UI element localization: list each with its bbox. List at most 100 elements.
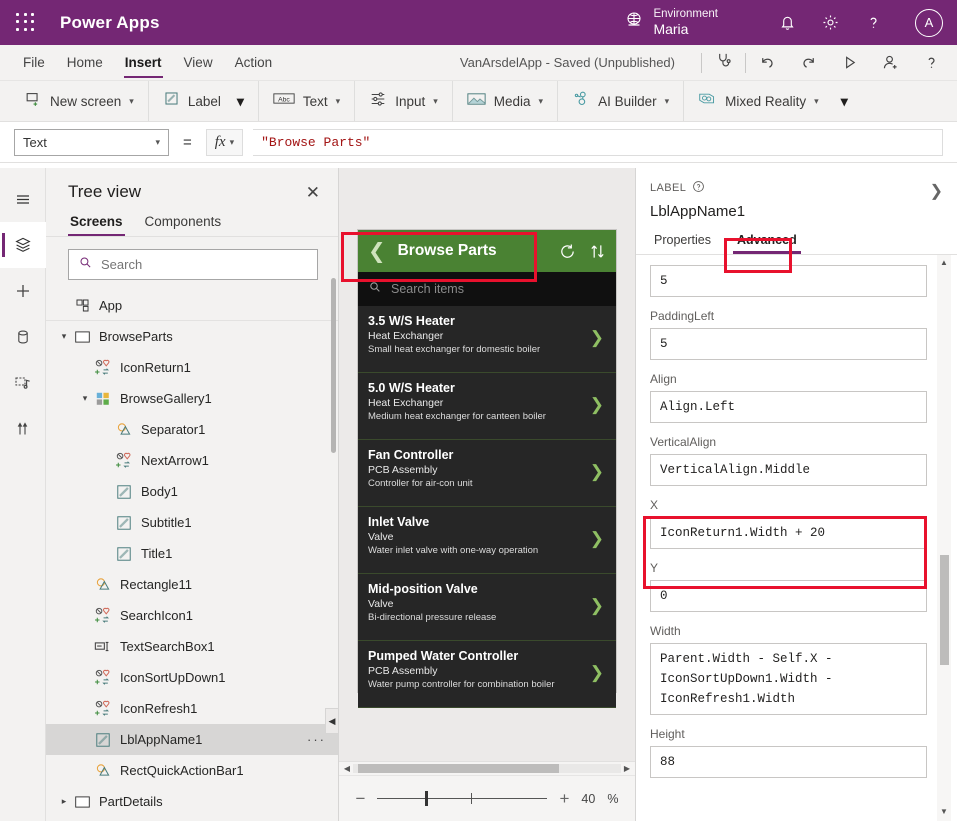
menu-item-file[interactable]: File [12,47,56,78]
property-selector[interactable]: Text ▾ [14,129,169,156]
ribbon-text[interactable]: Abc Text ▾ [259,81,355,121]
app-checker-icon[interactable] [714,51,733,75]
tree-node-nextarrow1[interactable]: NextArrow1 [46,445,338,476]
tree-node-browsegallery1[interactable]: ▾BrowseGallery1 [46,383,338,414]
chevron-right-icon[interactable]: ❯ [590,395,604,415]
scroll-down-icon[interactable]: ▼ [940,804,948,819]
data-cylinder-icon[interactable] [0,314,46,360]
property-value-input[interactable]: IconReturn1.Width + 20 [650,517,927,549]
tree-search-box[interactable] [68,249,318,280]
scroll-right-icon[interactable]: ▶ [621,764,633,773]
undo-icon[interactable] [758,53,777,72]
tree-node-browseparts[interactable]: ▾BrowseParts [46,321,338,352]
tree-node-iconrefresh1[interactable]: IconRefresh1 [46,693,338,724]
play-preview-icon[interactable] [840,53,859,72]
ribbon-ai-builder[interactable]: AI Builder ▾ [558,81,684,121]
close-icon[interactable]: ✕ [306,184,320,201]
ribbon-new-screen[interactable]: New screen ▾ [18,81,149,121]
gallery-item[interactable]: Mid-position ValveValveBi-directional pr… [358,574,616,641]
avatar[interactable]: A [915,9,943,37]
chevron-right-icon[interactable]: ❯ [590,328,604,348]
help-circle-icon[interactable] [692,180,705,196]
media-icon[interactable] [0,360,46,406]
ribbon-label[interactable]: Label ▾ [149,81,259,121]
canvas-horizontal-scrollbar[interactable]: ◀ ▶ [339,761,635,775]
chevron-right-icon[interactable]: ❯ [590,596,604,616]
tree-node-textsearchbox1[interactable]: TextSearchBox1 [46,631,338,662]
gallery-item[interactable]: Fan ControllerPCB AssemblyController for… [358,440,616,507]
tree-scrollbar[interactable] [331,278,336,453]
tree-node-more-icon[interactable]: ··· [307,732,326,747]
zoom-out-button[interactable]: − [356,789,366,809]
tab-components[interactable]: Components [143,208,224,236]
property-value-input[interactable]: 88 [650,746,927,778]
environment-selector[interactable]: Environment Maria [624,8,718,37]
tree-node-chevron-icon[interactable]: ▾ [56,331,72,342]
tree-node-iconsortupdown1[interactable]: IconSortUpDown1 [46,662,338,693]
tab-screens[interactable]: Screens [68,208,125,236]
chevron-right-icon[interactable]: ❯ [590,529,604,549]
property-value-input[interactable]: 0 [650,580,927,612]
chevron-right-icon[interactable]: ❯ [590,462,604,482]
property-value-input[interactable]: Align.Left [650,391,927,423]
ribbon-mixed-reality[interactable]: Mixed Reality ▾ [684,81,833,121]
hscroll-thumb[interactable] [358,764,559,773]
gallery-item[interactable]: Pumped Water ControllerPCB AssemblyWater… [358,641,616,708]
menu-item-insert[interactable]: Insert [114,47,173,78]
share-user-icon[interactable] [881,53,900,72]
tab-advanced[interactable]: Advanced [733,228,801,254]
chevron-right-icon[interactable]: ❯ [930,181,943,201]
tree-node-subtitle1[interactable]: Subtitle1 [46,507,338,538]
question-mark-icon[interactable] [864,13,883,32]
tree-node-chevron-icon[interactable]: ▸ [56,796,72,807]
help-icon[interactable] [922,53,941,72]
hamburger-menu-icon[interactable] [0,176,46,222]
gallery-item[interactable]: Inlet ValveValveWater inlet valve with o… [358,507,616,574]
properties-scroll-thumb[interactable] [940,555,949,665]
zoom-slider[interactable] [377,798,547,800]
insert-plus-icon[interactable] [0,268,46,314]
app-preview[interactable]: ❮ Browse Parts [358,230,616,692]
advanced-tools-icon[interactable] [0,406,46,452]
tree-node-separator1[interactable]: Separator1 [46,414,338,445]
refresh-icon[interactable] [558,242,577,261]
tree-node-iconreturn1[interactable]: IconReturn1 [46,352,338,383]
waffle-grid-icon[interactable] [14,11,38,35]
menu-item-action[interactable]: Action [224,47,284,78]
bell-icon[interactable] [778,13,797,32]
formula-input[interactable]: "Browse Parts" [253,129,943,156]
tree-node-partdetails[interactable]: ▸PartDetails [46,786,338,817]
ribbon-overflow-chevron-down-icon[interactable]: ▾ [841,93,848,110]
app-search-row[interactable]: Search items [358,272,616,306]
gallery-item[interactable]: 5.0 W/S HeaterHeat ExchangerMedium heat … [358,373,616,440]
scroll-left-icon[interactable]: ◀ [341,764,353,773]
scroll-up-icon[interactable]: ▲ [940,255,948,270]
property-value-input[interactable]: Parent.Width - Self.X - IconSortUpDown1.… [650,643,927,715]
tab-properties[interactable]: Properties [650,228,715,254]
property-value-input[interactable]: VerticalAlign.Middle [650,454,927,486]
zoom-slider-thumb[interactable] [425,791,428,806]
tree-view-layers-icon[interactable] [0,222,46,268]
collapse-left-icon[interactable]: ◀ [325,708,339,734]
chevron-right-icon[interactable]: ❯ [590,663,604,683]
tree-node-rectangle11[interactable]: Rectangle11 [46,569,338,600]
gear-icon[interactable] [821,13,840,32]
tree-node-searchicon1[interactable]: SearchIcon1 [46,600,338,631]
chevron-down-icon[interactable]: ▾ [237,93,244,110]
tree-node-title1[interactable]: Title1 [46,538,338,569]
app-title-label[interactable]: Browse Parts [398,242,546,260]
properties-scrollbar[interactable]: ▲ ▼ [937,255,951,821]
tree-node-lblappname1[interactable]: LblAppName1··· [46,724,338,755]
sort-updown-icon[interactable] [589,242,606,261]
tree-node-rectquickactionbar1[interactable]: RectQuickActionBar1 [46,755,338,786]
ribbon-input[interactable]: Input ▾ [355,81,453,121]
tree-node-chevron-icon[interactable]: ▾ [77,393,93,404]
gallery-item[interactable]: 3.5 W/S HeaterHeat ExchangerSmall heat e… [358,306,616,373]
search-input[interactable] [101,257,308,272]
zoom-in-button[interactable]: + [559,789,569,809]
tree-node-body1[interactable]: Body1 [46,476,338,507]
property-value-input[interactable]: 5 [650,328,927,360]
menu-item-home[interactable]: Home [56,47,114,78]
menu-item-view[interactable]: View [173,47,224,78]
hscroll-track[interactable] [353,764,621,773]
